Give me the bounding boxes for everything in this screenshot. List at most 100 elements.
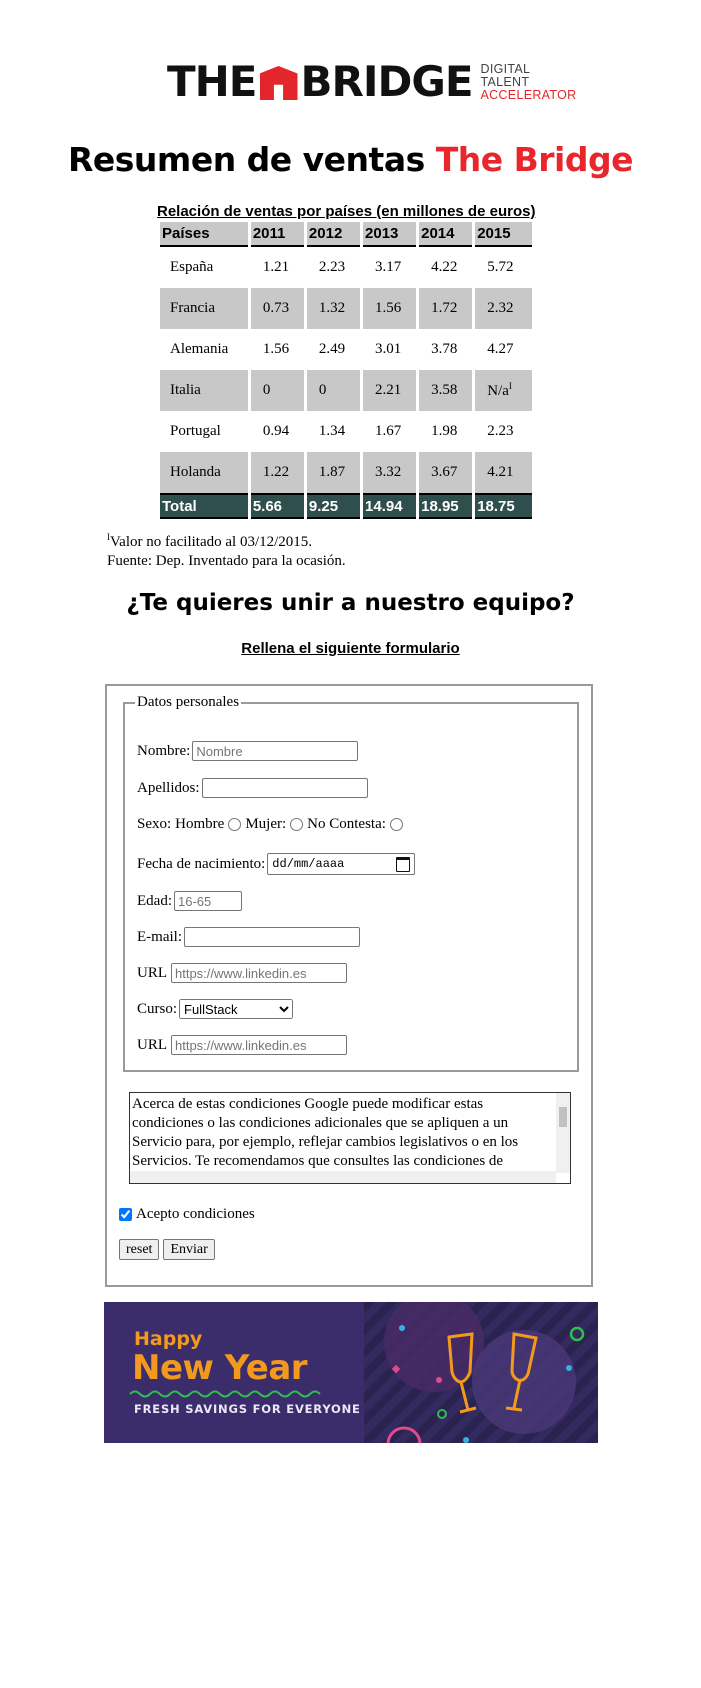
page-title: Resumen de ventas The Bridge	[0, 140, 701, 179]
footnote: IValor no facilitado al 03/12/2015.	[107, 532, 312, 551]
cell-value: 5.72	[475, 247, 533, 288]
cell-value: 1.67	[363, 411, 417, 452]
sexo-no-contesta-label: No Contesta:	[307, 816, 386, 832]
cell-value: 1.34	[306, 411, 361, 452]
banner-new-year: New Year	[132, 1348, 308, 1388]
confetti-dot	[463, 1437, 469, 1443]
sales-table-caption: Relación de ventas por países (en millon…	[157, 203, 536, 220]
cell-country: Holanda	[160, 452, 248, 493]
textarea-vertical-scrollbar[interactable]	[556, 1093, 570, 1173]
application-form: Datos personales Nombre: Apellidos: Sexo…	[105, 684, 593, 1287]
fieldset-legend: Datos personales	[137, 694, 240, 710]
url-label: URL	[137, 964, 167, 981]
sexo-hombre-label: Hombre	[175, 816, 225, 832]
form-buttons: reset Enviar	[119, 1239, 215, 1260]
sales-table: Relación de ventas por países (en millon…	[157, 203, 535, 519]
header-2011: 2011	[250, 222, 304, 247]
email-input[interactable]	[184, 927, 360, 947]
footnote-text: Valor no facilitado al 03/12/2015.	[110, 534, 313, 550]
scrollbar-thumb[interactable]	[559, 1107, 567, 1127]
cell-total: 14.94	[363, 493, 417, 519]
table-row: Holanda 1.22 1.87 3.32 3.67 4.21	[160, 452, 533, 493]
cell-value: 0	[306, 370, 361, 411]
sexo-hombre-radio[interactable]	[228, 818, 242, 831]
reset-button[interactable]: reset	[119, 1239, 160, 1260]
fecha-value: dd/mm/aaaa	[272, 857, 345, 871]
banner-bubble	[384, 1302, 484, 1392]
cell-value: 3.32	[363, 452, 417, 493]
confetti-dot	[399, 1325, 405, 1331]
email-row: E-mail:	[137, 927, 360, 947]
banner-tagline: FRESH SAVINGS FOR EVERYONE	[134, 1402, 361, 1416]
edad-input[interactable]	[174, 891, 242, 911]
cell-value: 3.17	[363, 247, 417, 288]
footnote-mark: I	[508, 381, 512, 391]
cell-value: 3.01	[363, 329, 417, 370]
join-heading: ¿Te quieres unir a nuestro equipo?	[126, 590, 575, 616]
apellidos-input[interactable]	[201, 778, 368, 798]
cell-value: 3.67	[419, 452, 473, 493]
cell-value: 3.58	[419, 370, 473, 411]
banner-bubble	[472, 1330, 576, 1434]
source-note: Fuente: Dep. Inventado para la ocasión.	[107, 553, 346, 569]
table-row: Portugal 0.94 1.34 1.67 1.98 2.23	[160, 411, 533, 452]
fecha-input[interactable]: dd/mm/aaaa	[267, 853, 416, 875]
url-row: URL	[137, 963, 347, 983]
submit-button[interactable]: Enviar	[163, 1239, 215, 1260]
edad-row: Edad:	[137, 891, 242, 911]
page-title-brand: The Bridge	[435, 140, 634, 179]
url-input[interactable]	[171, 963, 347, 983]
cell-total: 18.75	[475, 493, 533, 519]
cell-value: 2.23	[306, 247, 361, 288]
cell-value: 0.73	[250, 288, 304, 329]
calendar-icon[interactable]	[396, 856, 411, 872]
cell-value: 1.22	[250, 452, 304, 493]
cell-value: 2.32	[475, 288, 533, 329]
curso-label: Curso:	[137, 1000, 178, 1017]
confetti-ring	[437, 1409, 447, 1419]
confetti-dot	[436, 1377, 442, 1383]
cell-country: Francia	[160, 288, 248, 329]
cell-value: 4.21	[475, 452, 533, 493]
table-total-row: Total 5.66 9.25 14.94 18.95 18.75	[160, 493, 533, 519]
apellidos-label: Apellidos:	[137, 779, 200, 796]
fecha-row: Fecha de nacimiento: dd/mm/aaaa	[137, 853, 416, 875]
table-row: España 1.21 2.23 3.17 4.22 5.72	[160, 247, 533, 288]
sexo-row: Sexo: Hombre Mujer: No Contesta:	[137, 816, 407, 833]
logo-house-icon	[259, 66, 298, 100]
page-title-text: Resumen de ventas	[68, 140, 425, 179]
banner-wave	[129, 1390, 321, 1398]
cell-value: 3.78	[419, 329, 473, 370]
edad-label: Edad:	[137, 892, 172, 909]
cell-total-label: Total	[160, 493, 248, 519]
accept-label: Acepto condiciones	[136, 1206, 255, 1222]
accept-row: Acepto condiciones	[119, 1206, 255, 1223]
cell-country: Alemania	[160, 329, 248, 370]
logo-tagline: DIGITAL TALENT ACCELERATOR	[481, 62, 577, 102]
sexo-mujer-radio[interactable]	[290, 818, 304, 831]
cell-value: 1.72	[419, 288, 473, 329]
cell-value: 1.56	[250, 329, 304, 370]
nombre-label: Nombre:	[137, 742, 191, 759]
table-row: Alemania 1.56 2.49 3.01 3.78 4.27	[160, 329, 533, 370]
cell-value: 1.56	[363, 288, 417, 329]
form-heading: Rellena el siguiente formulario	[241, 640, 460, 657]
cell-value: 2.23	[475, 411, 533, 452]
header-2013: 2013	[363, 222, 417, 247]
confetti-dot	[566, 1365, 572, 1371]
cell-value: 4.22	[419, 247, 473, 288]
confetti-ring	[569, 1326, 585, 1342]
textarea-horizontal-scrollbar[interactable]	[130, 1171, 556, 1183]
header-2012: 2012	[306, 222, 361, 247]
cell-country: Portugal	[160, 411, 248, 452]
url2-input[interactable]	[171, 1035, 347, 1055]
curso-row: Curso: FullStack	[137, 999, 294, 1019]
sexo-no-contesta-radio[interactable]	[389, 818, 403, 831]
header-paises: Países	[160, 222, 248, 247]
nombre-input[interactable]	[192, 741, 359, 761]
cell-country: España	[160, 247, 248, 288]
logo-word-bridge: BRIDGE	[300, 57, 474, 106]
cell-value: 1.32	[306, 288, 361, 329]
accept-checkbox[interactable]	[119, 1208, 132, 1221]
curso-select[interactable]: FullStack	[179, 999, 294, 1019]
